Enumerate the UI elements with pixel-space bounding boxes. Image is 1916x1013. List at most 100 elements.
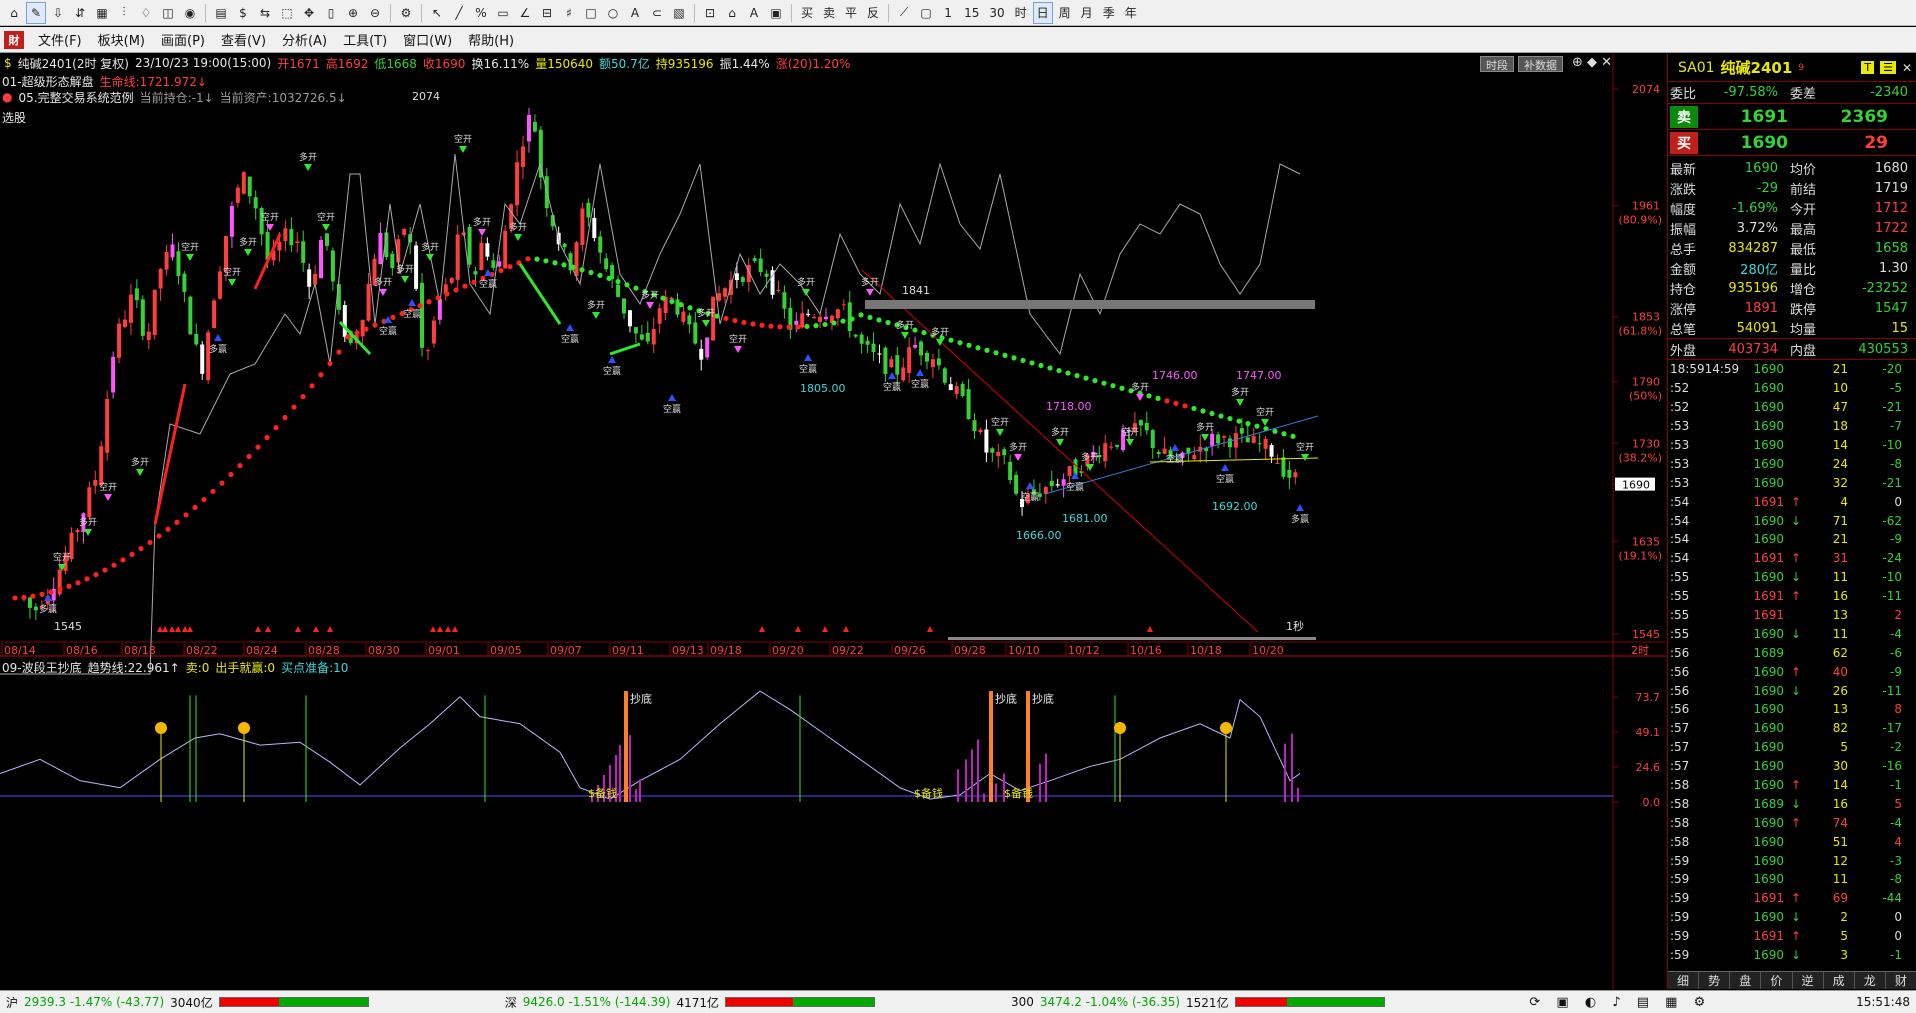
sell-row[interactable]: 卖 1691 2369 xyxy=(1668,104,1916,130)
toolbar-button-15[interactable]: ⊕ xyxy=(343,2,363,24)
tick-time: :56 xyxy=(1670,664,1690,679)
stat-label-2: 最低 xyxy=(1790,242,1817,258)
quote-tab-2[interactable]: 盘 xyxy=(1730,972,1762,989)
period-tag: 2时 xyxy=(1631,644,1649,657)
toolbar-button-6[interactable]: ♢ xyxy=(136,2,156,24)
sz-index[interactable]: 深 9426.0 -1.51% (-144.39) 4171亿 xyxy=(499,994,875,1011)
status-tray-icons[interactable]: ⟳ ▣ ◐ ♪ ▤ ▦ ⚙ xyxy=(1529,995,1711,1010)
tick-time: :59 xyxy=(1670,948,1690,963)
toolbar-button-27[interactable]: A xyxy=(625,2,645,24)
toolbar-button-19[interactable]: ╱ xyxy=(449,2,469,24)
toolbar-button-43[interactable]: 时 xyxy=(1011,2,1031,24)
quote-tab-4[interactable]: 逆 xyxy=(1793,972,1824,989)
quote-tab-3[interactable]: 价 xyxy=(1761,972,1793,989)
toolbar-button-20[interactable]: % xyxy=(471,2,491,24)
quote-tab-7[interactable]: 财 xyxy=(1886,972,1916,989)
tick-price: 1691 xyxy=(1753,551,1784,566)
toolbar-button-9[interactable]: ▤ xyxy=(211,2,231,24)
tick-list[interactable]: 18:5914:59 1690 21 -20:52 1690 10 -5:52 1690 47-… xyxy=(1668,360,1916,965)
quote-tab-0[interactable]: 细 xyxy=(1668,972,1700,989)
menu-item-3[interactable]: 查看(V) xyxy=(213,30,274,49)
toolbar-button-26[interactable]: ○ xyxy=(603,2,623,24)
toolbar-button-16[interactable]: ⊖ xyxy=(365,2,385,24)
menu-item-4[interactable]: 分析(A) xyxy=(274,30,335,49)
buy-arrow-icon xyxy=(408,299,416,306)
toolbar-button-41[interactable]: 15 xyxy=(960,2,983,24)
toolbar-button-5[interactable]: ⫶ xyxy=(114,2,134,24)
app-logo-icon[interactable]: 財 xyxy=(4,30,24,49)
chart-tool-icons[interactable]: ⊕ ◆ ✕ xyxy=(1572,55,1612,70)
toolbar-button-3[interactable]: ⇵ xyxy=(70,2,90,24)
toolbar-button-21[interactable]: ▭ xyxy=(493,2,513,24)
menu-item-5[interactable]: 工具(T) xyxy=(335,30,395,49)
toolbar-button-33[interactable]: ▣ xyxy=(766,2,786,24)
trend-dot xyxy=(1029,360,1035,366)
toolbar-button-2[interactable]: ⇩ xyxy=(48,2,68,24)
toolbar-button-47[interactable]: 季 xyxy=(1099,2,1119,24)
toolbar-button-37[interactable]: 反 xyxy=(863,2,883,24)
period-button[interactable]: 时段 xyxy=(1480,56,1514,72)
toolbar-button-48[interactable]: 年 xyxy=(1121,2,1141,24)
toolbar-button-40[interactable]: 1 xyxy=(938,2,958,24)
toolbar-button-22[interactable]: ∠ xyxy=(515,2,535,24)
stock-pick-text[interactable]: 选股 xyxy=(2,109,26,126)
toolbar-button-0[interactable]: ⌂ xyxy=(4,2,24,24)
chart-area[interactable]: 2074 1961 (80.9%) 1853 (61.8%) 1790 (50%) 1730(… xyxy=(0,54,1666,989)
menu-item-2[interactable]: 画面(P) xyxy=(153,30,213,49)
quote-t-icon[interactable]: T xyxy=(1861,61,1875,74)
toolbar-button-45[interactable]: 周 xyxy=(1055,2,1075,24)
toolbar-button-4[interactable]: ▦ xyxy=(92,2,112,24)
indicator1-name[interactable]: 01-超级形态解盘 xyxy=(2,73,94,90)
toolbar-button-31[interactable]: ⌂ xyxy=(722,2,742,24)
menu-item-1[interactable]: 板块(M) xyxy=(90,30,153,49)
toolbar-button-29[interactable]: ▧ xyxy=(669,2,689,24)
buy-row[interactable]: 买 1690 29 xyxy=(1668,130,1916,156)
sub-indicator-name[interactable]: 09-波段王抄底 xyxy=(2,659,82,676)
toolbar-button-1[interactable]: ✎ xyxy=(26,1,46,24)
trend-dot xyxy=(1281,431,1287,437)
toolbar-button-23[interactable]: ⊟ xyxy=(537,2,557,24)
menu-item-0[interactable]: 文件(F) xyxy=(30,30,90,49)
symbol-icon[interactable]: $ xyxy=(4,56,12,70)
toolbar-button-12[interactable]: ⬚ xyxy=(277,2,297,24)
tick-oi-change: -2 xyxy=(1890,740,1902,755)
quote-tab-1[interactable]: 势 xyxy=(1699,972,1731,989)
toolbar-button-30[interactable]: ⊡ xyxy=(700,2,720,24)
tick-row: :54 1690 21 -9 xyxy=(1668,530,1916,549)
sell-arrow-icon xyxy=(426,254,434,261)
kline-chart[interactable]: 20741961(80.9%)1853(61.8%)1790(50%)1730(… xyxy=(0,54,1666,989)
toolbar-button-32[interactable]: A xyxy=(744,2,764,24)
quote-tab-6[interactable]: 龙 xyxy=(1855,972,1886,989)
tick-volume: 11 xyxy=(1832,570,1848,585)
hs300-index[interactable]: 300 3474.2 -1.04% (-36.35) 1521亿 xyxy=(1005,994,1385,1011)
quote-tab-5[interactable]: 成 xyxy=(1824,972,1855,989)
toolbar-button-14[interactable]: ▯ xyxy=(321,2,341,24)
fill-data-button[interactable]: 补数据 xyxy=(1518,56,1563,72)
toolbar-button-8[interactable]: ◉ xyxy=(180,2,200,24)
toolbar-button-18[interactable]: ↖ xyxy=(427,2,447,24)
menu-item-6[interactable]: 窗口(W) xyxy=(395,30,460,49)
toolbar-button-36[interactable]: 平 xyxy=(841,2,861,24)
toolbar-button-34[interactable]: 买 xyxy=(797,2,817,24)
indicator2-name[interactable]: 05.完整交易系统范例 xyxy=(18,89,133,106)
sh-index[interactable]: 沪 2939.3 -1.47% (-43.77) 3040亿 xyxy=(0,994,369,1011)
toolbar-button-11[interactable]: ⇆ xyxy=(255,2,275,24)
toolbar-button-35[interactable]: 卖 xyxy=(819,2,839,24)
toolbar-button-42[interactable]: 30 xyxy=(985,2,1008,24)
toolbar-button-46[interactable]: 月 xyxy=(1077,2,1097,24)
toolbar-button-7[interactable]: ◫ xyxy=(158,2,178,24)
toolbar-button-10[interactable]: $ xyxy=(233,2,253,24)
toolbar-button-13[interactable]: ✥ xyxy=(299,2,319,24)
candle-body xyxy=(984,429,989,453)
trend-dot xyxy=(615,278,621,285)
toolbar-button-25[interactable]: □ xyxy=(581,2,601,24)
toolbar-button-24[interactable]: ♯ xyxy=(559,2,579,24)
toolbar-button-38[interactable]: ⟋ xyxy=(894,2,914,24)
toolbar-button-17[interactable]: ⚙ xyxy=(396,2,416,24)
quote-close-icon[interactable]: ✕ xyxy=(1902,61,1916,75)
toolbar-button-28[interactable]: ⊂ xyxy=(647,2,667,24)
menu-item-7[interactable]: 帮助(H) xyxy=(460,30,522,49)
toolbar-button-44[interactable]: 日 xyxy=(1032,1,1053,24)
toolbar-button-39[interactable]: ▢ xyxy=(916,2,936,24)
quote-menu-icon[interactable]: ☰ xyxy=(1880,61,1896,74)
